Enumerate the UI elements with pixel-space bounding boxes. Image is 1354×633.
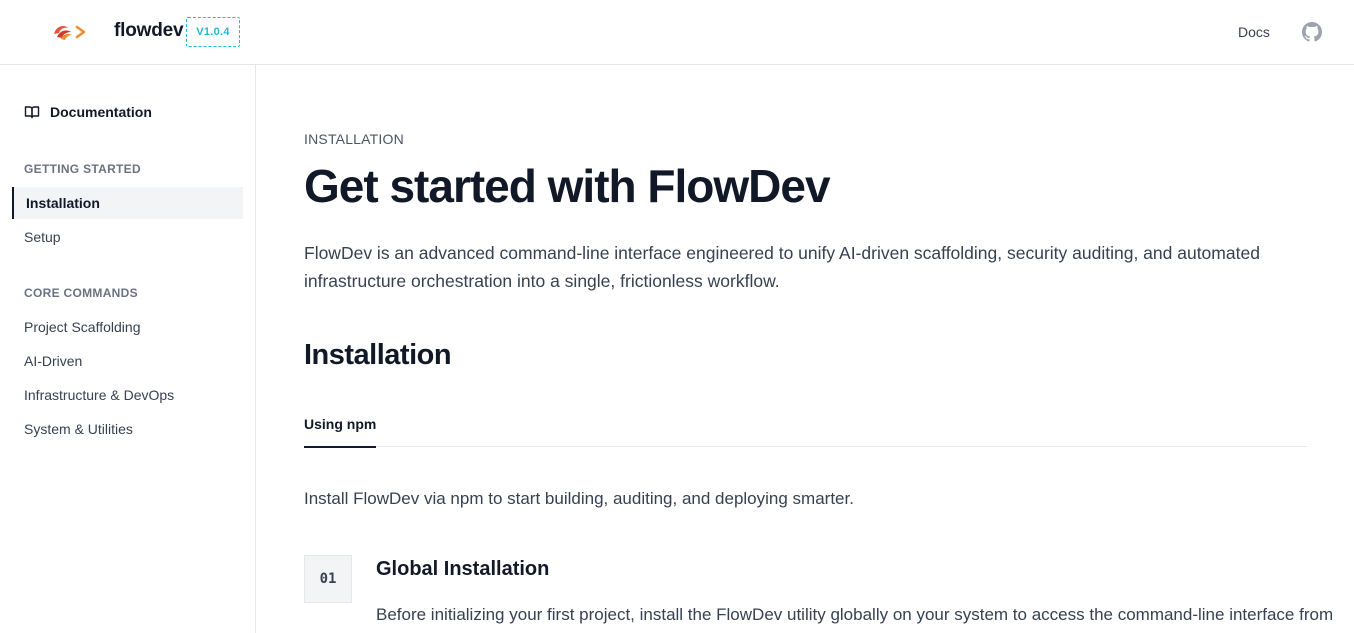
sidebar-item-infrastructure-devops[interactable]: Infrastructure & DevOps	[24, 387, 174, 403]
sidebar: Documentation GETTING STARTED Installati…	[0, 65, 256, 633]
step-description: Before initializing your first project, …	[376, 605, 1334, 624]
section-title-getting-started: GETTING STARTED	[24, 162, 141, 176]
brand-name[interactable]: flowdev	[114, 20, 184, 42]
tab-using-npm[interactable]: Using npm	[304, 413, 377, 448]
sidebar-heading-label: Documentation	[50, 104, 152, 120]
sidebar-item-setup[interactable]: Setup	[24, 229, 61, 245]
step-number-badge: 01	[304, 555, 352, 603]
lead-paragraph: FlowDev is an advanced command-line inte…	[304, 243, 1260, 291]
page-title: Get started with FlowDev	[304, 160, 831, 212]
sidebar-heading[interactable]: Documentation	[24, 104, 152, 120]
top-navbar: flowdev V1.0.4 Docs	[0, 0, 1354, 65]
book-open-icon	[24, 106, 40, 119]
section-title-core-commands: CORE COMMANDS	[24, 286, 138, 300]
sidebar-item-ai-driven[interactable]: AI-Driven	[24, 353, 82, 369]
github-icon[interactable]	[1302, 22, 1322, 42]
install-intro: Install FlowDev via npm to start buildin…	[304, 489, 854, 508]
sidebar-item-installation[interactable]: Installation	[12, 187, 243, 219]
section-heading-installation: Installation	[304, 339, 452, 371]
version-badge: V1.0.4	[186, 17, 240, 47]
sidebar-item-project-scaffolding[interactable]: Project Scaffolding	[24, 319, 140, 335]
sidebar-item-system-utilities[interactable]: System & Utilities	[24, 421, 133, 437]
flowdev-logo-icon[interactable]	[50, 22, 88, 42]
page-eyebrow: INSTALLATION	[304, 131, 404, 147]
step-title: Global Installation	[376, 558, 550, 580]
docs-link[interactable]: Docs	[1238, 24, 1270, 40]
install-tabs: Using npm	[304, 413, 1307, 448]
